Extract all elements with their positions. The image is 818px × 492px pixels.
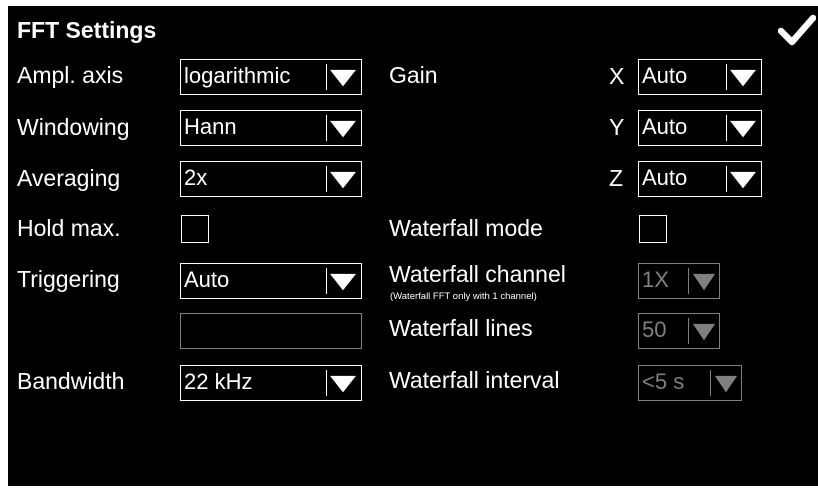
waterfall-interval-dropdown: <5 s xyxy=(638,365,742,401)
triggering-dropdown[interactable]: Auto xyxy=(180,263,362,299)
gain-z-label: Z xyxy=(609,165,624,191)
gain-x-dropdown[interactable]: Auto xyxy=(638,59,762,95)
confirm-button[interactable] xyxy=(777,13,817,47)
bandwidth-value: 22 kHz xyxy=(184,369,253,394)
chevron-down-icon xyxy=(729,60,757,94)
bandwidth-dropdown[interactable]: 22 kHz xyxy=(180,365,362,401)
windowing-value: Hann xyxy=(184,114,237,139)
gain-x-label: X xyxy=(609,63,625,89)
averaging-label: Averaging xyxy=(17,165,121,191)
waterfall-channel-dropdown: 1X xyxy=(638,263,720,299)
waterfall-channel-note: (Waterfall FFT only with 1 channel) xyxy=(390,291,537,302)
chevron-down-icon xyxy=(329,264,357,298)
waterfall-lines-value: 50 xyxy=(642,317,667,342)
waterfall-channel-label: Waterfall channel xyxy=(389,261,566,287)
chevron-down-icon xyxy=(729,111,757,145)
trigger-level-field xyxy=(180,313,362,349)
gain-label: Gain xyxy=(389,62,438,88)
gain-y-value: Auto xyxy=(642,114,688,139)
gain-y-label: Y xyxy=(609,114,625,140)
chevron-down-icon xyxy=(692,264,716,298)
triggering-value: Auto xyxy=(184,267,230,292)
chevron-down-icon xyxy=(329,60,357,94)
fft-settings-panel: FFT Settings Ampl. axis logarithmic Wind… xyxy=(8,6,818,486)
chevron-down-icon xyxy=(329,162,357,196)
ampl-axis-dropdown[interactable]: logarithmic xyxy=(180,59,362,95)
waterfall-mode-label: Waterfall mode xyxy=(389,215,543,241)
waterfall-interval-label: Waterfall interval xyxy=(389,367,560,393)
averaging-value: 2x xyxy=(184,165,208,190)
page-title: FFT Settings xyxy=(17,17,157,43)
chevron-down-icon xyxy=(329,366,357,400)
windowing-dropdown[interactable]: Hann xyxy=(180,110,362,146)
triggering-label: Triggering xyxy=(17,266,120,292)
ampl-axis-label: Ampl. axis xyxy=(17,62,124,88)
chevron-down-icon xyxy=(729,162,757,196)
chevron-down-icon xyxy=(692,314,716,348)
gain-z-value: Auto xyxy=(642,165,688,190)
waterfall-channel-value: 1X xyxy=(642,267,669,292)
chevron-down-icon xyxy=(329,111,357,145)
checkmark-icon xyxy=(777,14,817,46)
hold-max-checkbox[interactable] xyxy=(181,215,209,243)
bandwidth-label: Bandwidth xyxy=(17,368,125,394)
windowing-label: Windowing xyxy=(17,114,130,140)
gain-z-dropdown[interactable]: Auto xyxy=(638,161,762,197)
waterfall-mode-checkbox[interactable] xyxy=(639,215,667,243)
waterfall-interval-value: <5 s xyxy=(642,369,685,394)
gain-y-dropdown[interactable]: Auto xyxy=(638,110,762,146)
waterfall-lines-label: Waterfall lines xyxy=(389,315,533,341)
gain-x-value: Auto xyxy=(642,63,688,88)
hold-max-label: Hold max. xyxy=(17,215,121,241)
averaging-dropdown[interactable]: 2x xyxy=(180,161,362,197)
waterfall-lines-dropdown: 50 xyxy=(638,313,720,349)
ampl-axis-value: logarithmic xyxy=(184,63,291,88)
chevron-down-icon xyxy=(714,366,738,400)
